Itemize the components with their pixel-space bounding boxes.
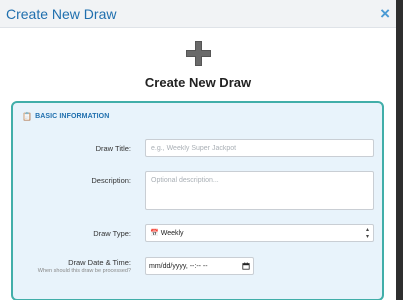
draw-datetime-value: mm/dd/yyyy, --:-- -- bbox=[149, 262, 208, 270]
clipboard-icon: 📋 bbox=[22, 112, 33, 121]
draw-title-input[interactable] bbox=[145, 139, 374, 157]
draw-datetime-label: Draw Date & Time: When should this draw … bbox=[38, 258, 131, 274]
hero: Create New Draw bbox=[0, 28, 396, 95]
basic-info-card: 📋 BASIC INFORMATION Draw Title: Descript… bbox=[11, 101, 384, 300]
calendar-icon[interactable] bbox=[242, 262, 250, 270]
draw-datetime-label-text: Draw Date & Time: bbox=[68, 258, 131, 267]
section-header: 📋 BASIC INFORMATION bbox=[22, 112, 109, 121]
calendar-icon: 📅 bbox=[150, 230, 159, 237]
description-label: Description: bbox=[91, 176, 131, 185]
select-arrows-icon: ▴ ▾ bbox=[365, 227, 369, 240]
draw-type-value: Weekly bbox=[160, 229, 184, 237]
page-title: Create New Draw bbox=[144, 75, 252, 90]
draw-type-label: Draw Type: bbox=[93, 229, 131, 238]
scrollbar[interactable] bbox=[396, 0, 403, 300]
plus-icon bbox=[186, 41, 211, 66]
section-title: BASIC INFORMATION bbox=[35, 113, 110, 120]
description-textarea[interactable] bbox=[145, 171, 374, 210]
create-draw-dialog: Create New Draw × Create New Draw 📋 BASI… bbox=[0, 0, 396, 300]
draw-type-select[interactable]: 📅 Weekly ▴ ▾ bbox=[145, 224, 374, 242]
dialog-title: Create New Draw bbox=[6, 5, 117, 22]
dialog-header: Create New Draw × bbox=[0, 0, 396, 28]
draw-datetime-hint: When should this draw be processed? bbox=[37, 268, 131, 274]
draw-datetime-input[interactable]: mm/dd/yyyy, --:-- -- bbox=[145, 257, 254, 275]
draw-title-label: Draw Title: bbox=[95, 144, 131, 153]
close-icon[interactable]: × bbox=[380, 5, 390, 22]
